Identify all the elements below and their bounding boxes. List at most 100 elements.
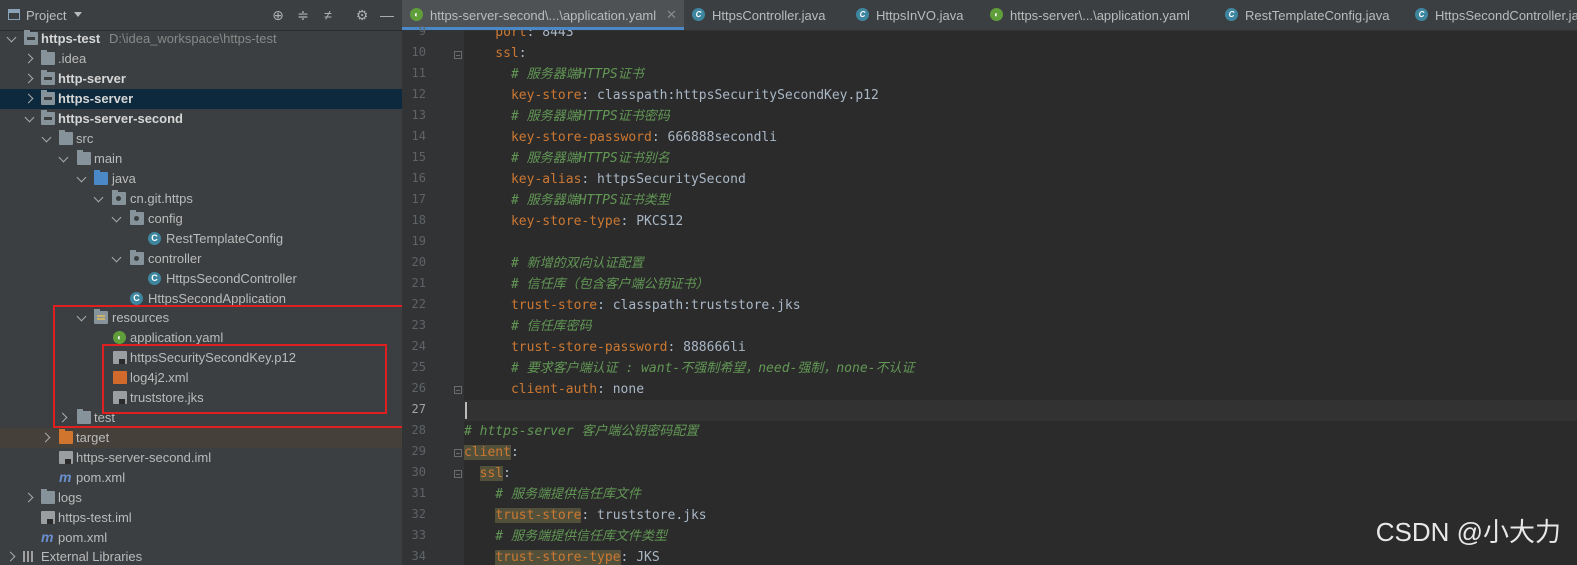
code-line[interactable]: client: — [464, 442, 1577, 463]
code-line[interactable]: # https-server 客户端公钥密码配置 — [464, 421, 1577, 442]
hide-icon[interactable]: — — [377, 5, 397, 25]
tab-resttemplateconfig[interactable]: C RestTemplateConfig.java — [1217, 0, 1407, 30]
chevron-right-icon[interactable] — [24, 491, 36, 503]
tree-item-java[interactable]: java — [0, 169, 402, 189]
code-line[interactable]: # 服务器端HTTPS证书 — [464, 64, 1577, 85]
chevron-down-icon[interactable] — [41, 132, 53, 144]
collapse-icon[interactable]: ≠ — [318, 5, 338, 25]
fold-marker-icon[interactable] — [454, 470, 462, 478]
tree-item-pom-root[interactable]: m pom.xml — [0, 528, 402, 548]
tree-item-idea[interactable]: .idea — [0, 49, 402, 69]
tab-label: HttpsInVO.java — [876, 8, 964, 23]
code-line[interactable] — [464, 232, 1577, 253]
fold-marker-icon[interactable] — [454, 51, 462, 59]
chevron-down-icon[interactable] — [24, 112, 36, 124]
tab-label: RestTemplateConfig.java — [1245, 8, 1390, 23]
code-line[interactable]: ssl: — [464, 43, 1577, 64]
code-line[interactable]: # 服务器端HTTPS证书类型 — [464, 190, 1577, 211]
line-number: 32 — [411, 507, 426, 521]
chevron-down-icon[interactable] — [111, 252, 123, 264]
tree-item-httpssecondcontroller[interactable]: C HttpsSecondController — [0, 269, 402, 289]
comment: # https-server 客户端公钥密码配置 — [464, 424, 699, 439]
line-number: 24 — [411, 339, 426, 353]
spring-class-icon: C — [130, 292, 143, 305]
tab-httpssecondcontroller[interactable]: C HttpsSecondController.java — [1407, 0, 1577, 30]
tab-httpsinvo[interactable]: C HttpsInVO.java — [848, 0, 982, 30]
line-number: 23 — [411, 318, 426, 332]
chevron-down-icon[interactable] — [111, 212, 123, 224]
code-line[interactable]: trust-store-password: 888666li — [464, 337, 1577, 358]
chevron-down-icon[interactable] — [58, 152, 70, 164]
tree-item-https-test[interactable]: https-test D:\idea_workspace\https-test — [0, 29, 402, 49]
chevron-down-icon[interactable] — [93, 192, 105, 204]
code-line[interactable]: trust-store-type: JKS — [464, 547, 1577, 565]
class-icon: C — [1225, 8, 1238, 21]
chevron-down-icon[interactable] — [6, 32, 18, 44]
tree-item-src[interactable]: src — [0, 129, 402, 149]
tree-item-https-server[interactable]: https-server — [0, 89, 402, 109]
code-line[interactable]: key-store: classpath:httpsSecuritySecond… — [464, 85, 1577, 106]
spring-icon: ◐ — [990, 8, 1003, 21]
tree-item-package[interactable]: cn.git.https — [0, 189, 402, 209]
tab-second-application-yaml[interactable]: ◐ https-server-second\...\application.ya… — [402, 0, 684, 30]
line-number: 22 — [411, 297, 426, 311]
code-line[interactable]: # 新增的双向认证配置 — [464, 253, 1577, 274]
code-line[interactable]: key-alias: httpsSecuritySecond — [464, 169, 1577, 190]
chevron-right-icon[interactable] — [6, 550, 18, 562]
code-editor[interactable]: port: 8443 ssl: # 服务器端HTTPS证书 key-store:… — [464, 30, 1577, 565]
class-icon: C — [148, 272, 161, 285]
project-panel-title[interactable]: Project — [26, 8, 66, 23]
project-icon — [8, 9, 20, 20]
code-line[interactable]: # 服务器端HTTPS证书别名 — [464, 148, 1577, 169]
tree-item-main[interactable]: main — [0, 149, 402, 169]
code-line-current[interactable] — [464, 400, 1577, 421]
excluded-folder-icon — [59, 429, 73, 444]
code-line[interactable]: key-store-password: 666888secondli — [464, 127, 1577, 148]
line-number: 12 — [411, 87, 426, 101]
comment: # 信任库（包含客户端公钥证书） — [464, 277, 709, 292]
tree-item-resttemplateconfig[interactable]: C RestTemplateConfig — [0, 229, 402, 249]
tree-item-http-server[interactable]: http-server — [0, 69, 402, 89]
chevron-right-icon[interactable] — [24, 92, 36, 104]
comment: # 信任库密码 — [464, 319, 592, 334]
tree-item-external-libraries[interactable]: External Libraries — [0, 547, 402, 565]
chevron-down-icon[interactable] — [76, 172, 88, 184]
code-line[interactable]: port: 8443 — [464, 30, 1577, 43]
tree-item-config[interactable]: config — [0, 209, 402, 229]
tree-item-controller[interactable]: controller — [0, 249, 402, 269]
folder-icon — [41, 50, 55, 65]
code-line[interactable]: ssl: — [464, 463, 1577, 484]
tree-item-label: https-server-second.iml — [76, 450, 212, 465]
code-line[interactable]: trust-store: classpath:truststore.jks — [464, 295, 1577, 316]
tree-item-https-test-iml[interactable]: https-test.iml — [0, 508, 402, 528]
tab-httpscontroller[interactable]: C HttpsController.java — [684, 0, 848, 30]
tree-item-logs[interactable]: logs — [0, 488, 402, 508]
target-icon[interactable]: ⊕ — [268, 5, 288, 25]
tree-item-pom-second[interactable]: m pom.xml — [0, 468, 402, 488]
tab-server-application-yaml[interactable]: ◐ https-server\...\application.yaml — [982, 0, 1217, 30]
gear-icon[interactable]: ⚙ — [352, 5, 372, 25]
tree-item-https-server-second[interactable]: https-server-second — [0, 109, 402, 129]
chevron-right-icon[interactable] — [24, 72, 36, 84]
code-line[interactable]: # 服务端提供信任库文件 — [464, 484, 1577, 505]
close-icon[interactable]: ✕ — [666, 7, 677, 23]
code-line[interactable]: # 信任库（包含客户端公钥证书） — [464, 274, 1577, 295]
chevron-down-icon[interactable] — [74, 12, 82, 17]
expand-icon[interactable]: ≑ — [293, 5, 313, 25]
tree-item-label: target — [76, 430, 110, 445]
code-line[interactable]: # 信任库密码 — [464, 316, 1577, 337]
fold-marker-icon[interactable] — [454, 386, 462, 394]
comment: # 服务器端HTTPS证书密码 — [464, 109, 670, 124]
tree-item-label: controller — [148, 251, 202, 266]
chevron-right-icon[interactable] — [41, 431, 53, 443]
code-line[interactable]: client-auth: none — [464, 379, 1577, 400]
chevron-right-icon[interactable] — [24, 52, 36, 64]
tree-item-second-iml[interactable]: https-server-second.iml — [0, 448, 402, 468]
code-line[interactable]: # 要求客户端认证 : want-不强制希望，need-强制，none-不认证 — [464, 358, 1577, 379]
class-icon: C — [692, 8, 705, 21]
tree-item-target[interactable]: target — [0, 428, 402, 448]
code-line[interactable]: # 服务器端HTTPS证书密码 — [464, 106, 1577, 127]
line-number: 16 — [411, 171, 426, 185]
code-line[interactable]: key-store-type: PKCS12 — [464, 211, 1577, 232]
fold-marker-icon[interactable] — [454, 449, 462, 457]
